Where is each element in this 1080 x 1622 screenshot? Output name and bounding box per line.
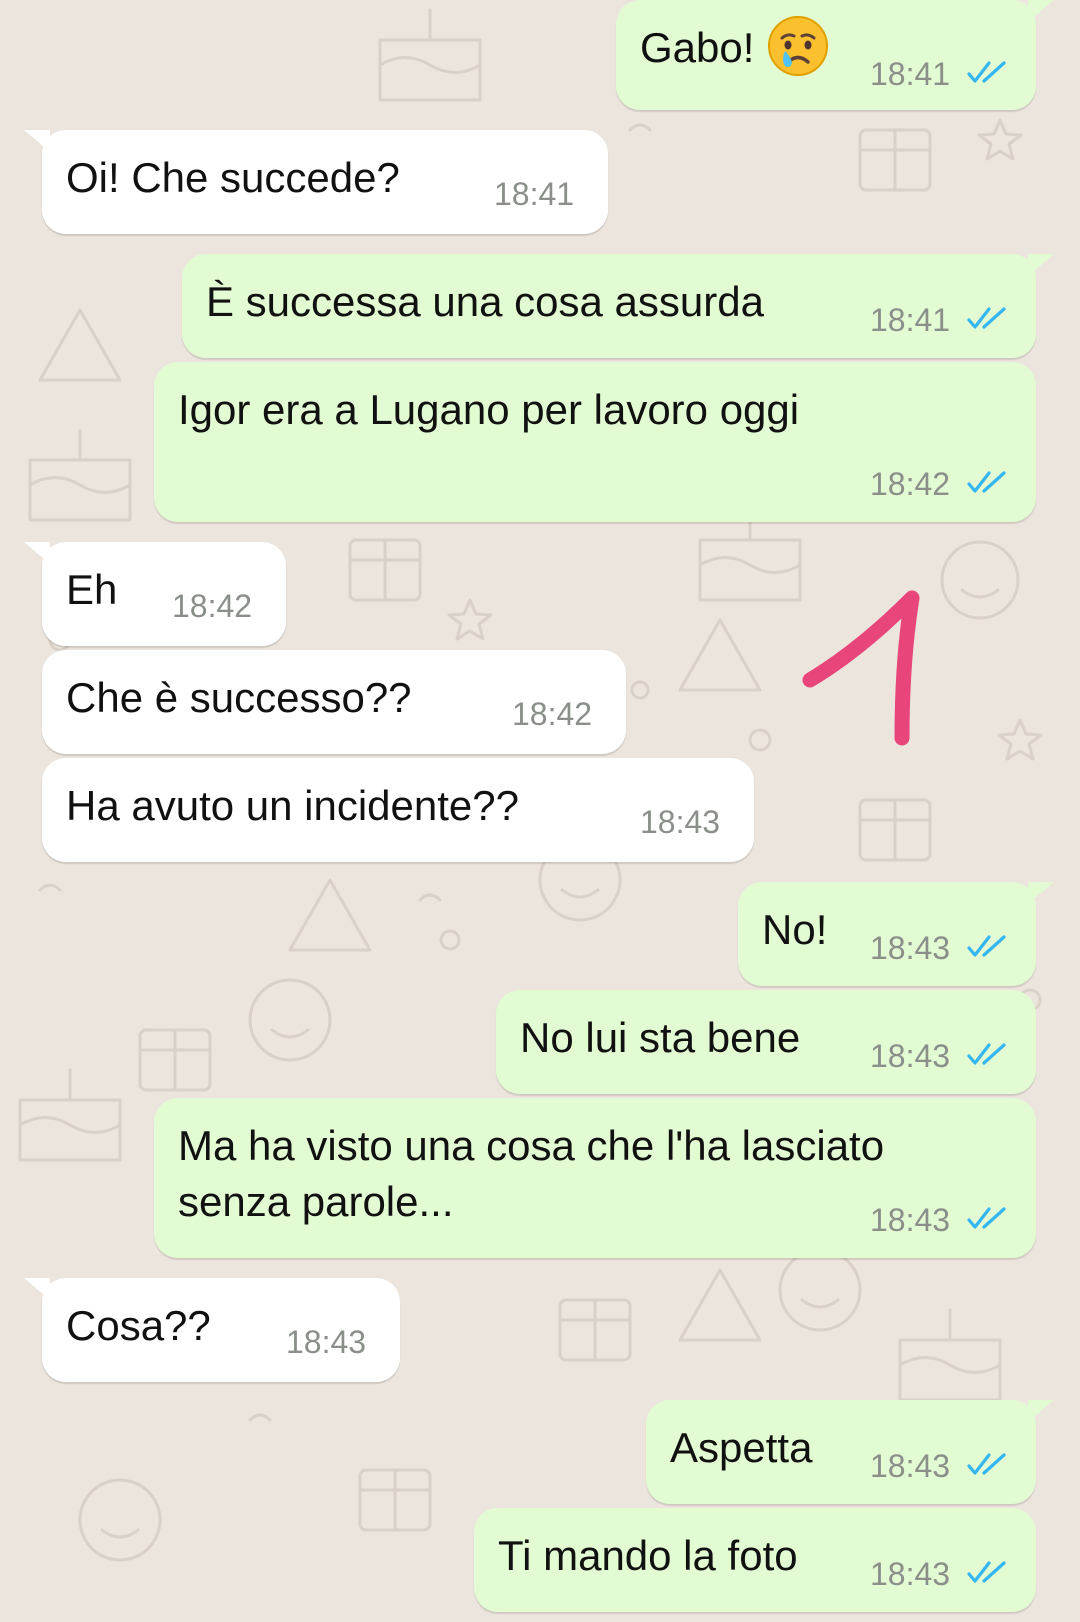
- message-timestamp: 18:43: [640, 804, 721, 840]
- read-double-check-icon: [967, 1043, 1006, 1065]
- message-text: Igor era a Lugano per lavoro oggi: [178, 386, 800, 433]
- message-bubble-incoming[interactable]: Ha avuto un incidente?? 18:43: [42, 758, 754, 862]
- message-timestamp: 18:41: [494, 176, 575, 212]
- read-double-check-icon: [967, 1453, 1006, 1475]
- message-timestamp: 18:43: [870, 1556, 951, 1592]
- message-timestamp: 18:42: [512, 696, 593, 732]
- message-text: Che è successo??: [66, 674, 412, 721]
- message-timestamp: 18:43: [286, 1324, 367, 1360]
- message-text: No!: [762, 906, 828, 953]
- message-bubble-incoming[interactable]: Cosa?? 18:43: [24, 1278, 400, 1382]
- message-bubble-incoming[interactable]: Oi! Che succede? 18:41: [24, 130, 608, 234]
- message-text: Aspetta: [670, 1424, 813, 1471]
- read-double-check-icon: [967, 61, 1006, 83]
- message-timestamp: 18:43: [870, 930, 951, 966]
- message-timestamp: 18:41: [870, 302, 951, 338]
- read-double-check-icon: [967, 1207, 1006, 1229]
- message-bubble-incoming[interactable]: Che è successo?? 18:42: [42, 650, 626, 754]
- message-bubble-outgoing[interactable]: No! 18:43: [738, 882, 1054, 986]
- message-text: Oi! Che succede?: [66, 154, 400, 201]
- message-timestamp: 18:43: [870, 1038, 951, 1074]
- message-bubble-incoming[interactable]: Eh 18:42: [24, 542, 286, 646]
- read-double-check-icon: [967, 471, 1006, 493]
- message-timestamp: 18:42: [870, 466, 951, 502]
- chat-thread: Gabo! 18:41 Oi! Che succede? 18:41 È suc…: [0, 0, 1080, 1622]
- crying-face-emoji-icon: [768, 15, 829, 76]
- message-bubble-outgoing[interactable]: Gabo! 18:41: [616, 0, 1054, 110]
- message-text: Eh: [66, 566, 118, 613]
- read-double-check-icon: [967, 935, 1006, 957]
- message-bubble-outgoing[interactable]: Aspetta 18:43: [646, 1400, 1054, 1504]
- message-text: Ti mando la foto: [498, 1532, 798, 1579]
- message-text: Ma ha visto una cosa che l'ha lasciato s…: [178, 1122, 885, 1225]
- message-timestamp: 18:43: [870, 1202, 951, 1238]
- message-bubble-outgoing[interactable]: No lui sta bene 18:43: [496, 990, 1036, 1094]
- message-text: No lui sta bene: [520, 1014, 801, 1061]
- message-bubble-outgoing[interactable]: Igor era a Lugano per lavoro oggi 18:42: [154, 362, 1036, 522]
- message-text: Gabo!: [640, 15, 830, 78]
- message-timestamp: 18:42: [172, 588, 253, 624]
- message-text: Ha avuto un incidente??: [66, 782, 519, 829]
- read-double-check-icon: [967, 1561, 1006, 1583]
- read-double-check-icon: [967, 307, 1006, 329]
- message-text: È successa una cosa assurda: [206, 278, 764, 325]
- message-bubble-outgoing[interactable]: Ma ha visto una cosa che l'ha lasciato s…: [154, 1098, 1036, 1258]
- message-timestamp: 18:43: [870, 1448, 951, 1484]
- message-bubble-outgoing[interactable]: È successa una cosa assurda 18:41: [182, 254, 1054, 358]
- message-timestamp: 18:41: [870, 56, 951, 92]
- message-text: Cosa??: [66, 1302, 211, 1349]
- message-bubble-outgoing[interactable]: Ti mando la foto 18:43: [474, 1508, 1036, 1612]
